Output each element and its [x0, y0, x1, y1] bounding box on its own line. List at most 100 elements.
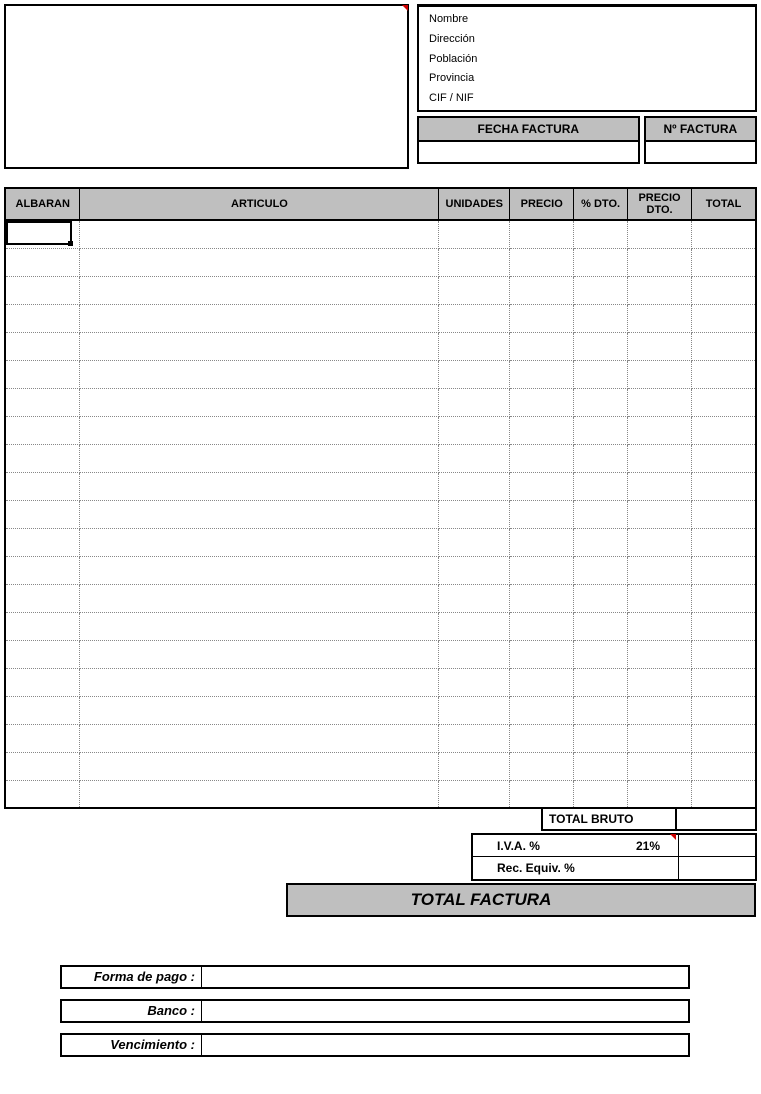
cell[interactable] [510, 556, 574, 584]
cell[interactable] [627, 304, 691, 332]
cell[interactable] [692, 276, 756, 304]
cell[interactable] [80, 528, 439, 556]
cell[interactable] [627, 556, 691, 584]
cell[interactable] [510, 416, 574, 444]
cell[interactable] [627, 724, 691, 752]
cell[interactable] [439, 640, 510, 668]
cell[interactable] [439, 472, 510, 500]
cell[interactable] [80, 724, 439, 752]
cell[interactable] [510, 696, 574, 724]
cell[interactable] [439, 332, 510, 360]
cell[interactable] [510, 304, 574, 332]
cell[interactable] [510, 360, 574, 388]
cell[interactable] [692, 444, 756, 472]
cell[interactable] [80, 500, 439, 528]
cell[interactable] [627, 388, 691, 416]
cell[interactable] [5, 696, 80, 724]
cell[interactable] [574, 584, 628, 612]
cell[interactable] [627, 220, 691, 248]
cell[interactable] [5, 500, 80, 528]
cell[interactable] [627, 416, 691, 444]
cell[interactable] [5, 724, 80, 752]
cell[interactable] [627, 360, 691, 388]
cell[interactable] [80, 248, 439, 276]
cell[interactable] [5, 528, 80, 556]
cell[interactable] [510, 528, 574, 556]
cell[interactable] [5, 668, 80, 696]
cell[interactable] [574, 556, 628, 584]
cell[interactable] [627, 332, 691, 360]
cell[interactable] [439, 696, 510, 724]
cell[interactable] [692, 360, 756, 388]
cell[interactable] [627, 668, 691, 696]
cell[interactable] [627, 584, 691, 612]
cell[interactable] [80, 556, 439, 584]
cell[interactable] [439, 780, 510, 808]
cell[interactable] [574, 696, 628, 724]
cell[interactable] [510, 248, 574, 276]
cell[interactable] [510, 752, 574, 780]
cell[interactable] [80, 276, 439, 304]
cell[interactable] [692, 416, 756, 444]
rec-equiv-value[interactable] [678, 857, 755, 879]
forma-pago-value[interactable] [202, 967, 688, 987]
cell[interactable] [5, 584, 80, 612]
cell[interactable] [574, 304, 628, 332]
cell[interactable] [439, 668, 510, 696]
cell[interactable] [439, 444, 510, 472]
cell[interactable] [439, 500, 510, 528]
cell[interactable] [5, 304, 80, 332]
cell[interactable] [574, 360, 628, 388]
cell[interactable] [510, 584, 574, 612]
cell[interactable] [439, 304, 510, 332]
cell[interactable] [439, 612, 510, 640]
cell[interactable] [574, 388, 628, 416]
cell[interactable] [627, 276, 691, 304]
cell[interactable] [692, 472, 756, 500]
cell[interactable] [80, 472, 439, 500]
cell[interactable] [627, 752, 691, 780]
cell[interactable] [510, 668, 574, 696]
cell[interactable] [510, 472, 574, 500]
cell[interactable] [627, 500, 691, 528]
cell[interactable] [574, 332, 628, 360]
cell[interactable] [80, 220, 439, 248]
cell[interactable] [510, 220, 574, 248]
cell[interactable] [574, 668, 628, 696]
cell[interactable] [439, 724, 510, 752]
cell[interactable] [80, 696, 439, 724]
cell[interactable] [692, 780, 756, 808]
cell[interactable] [574, 248, 628, 276]
cell[interactable] [5, 220, 80, 248]
cell[interactable] [510, 780, 574, 808]
cell[interactable] [574, 276, 628, 304]
cell[interactable] [574, 500, 628, 528]
cell[interactable] [692, 388, 756, 416]
cell[interactable] [510, 640, 574, 668]
cell[interactable] [692, 248, 756, 276]
cell[interactable] [627, 472, 691, 500]
cell[interactable] [574, 528, 628, 556]
cell[interactable] [692, 584, 756, 612]
cell[interactable] [439, 584, 510, 612]
cell[interactable] [5, 472, 80, 500]
cell[interactable] [692, 696, 756, 724]
total-bruto-value[interactable] [677, 807, 757, 831]
cell[interactable] [574, 416, 628, 444]
cell[interactable] [80, 304, 439, 332]
cell[interactable] [80, 752, 439, 780]
cell[interactable] [574, 780, 628, 808]
cell[interactable] [80, 584, 439, 612]
cell[interactable] [80, 668, 439, 696]
num-factura-value[interactable] [646, 142, 755, 162]
cell[interactable] [574, 220, 628, 248]
cell[interactable] [5, 360, 80, 388]
cell[interactable] [5, 752, 80, 780]
cell[interactable] [5, 780, 80, 808]
cell[interactable] [692, 612, 756, 640]
cell[interactable] [80, 780, 439, 808]
cell[interactable] [80, 416, 439, 444]
cell[interactable] [5, 640, 80, 668]
fecha-factura-value[interactable] [419, 142, 638, 162]
banco-value[interactable] [202, 1001, 688, 1021]
